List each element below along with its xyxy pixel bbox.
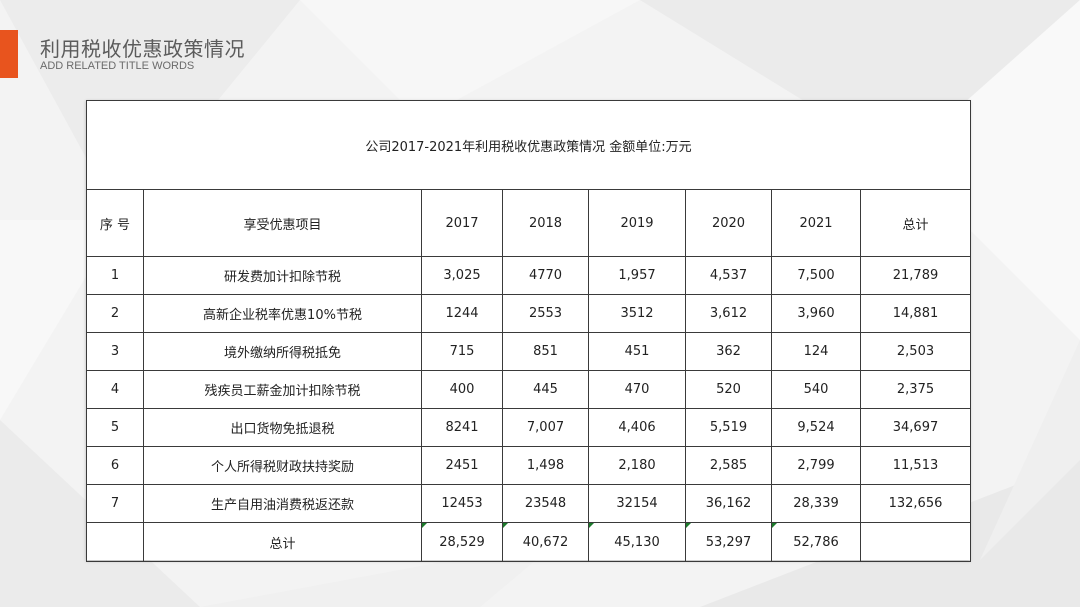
column-header-2019: 2019 <box>588 189 686 257</box>
row-number: 3 <box>86 332 144 371</box>
total-cell-2021: 52,786 <box>771 522 861 562</box>
cell-2021: 540 <box>771 370 861 409</box>
cell-2019: 3512 <box>588 294 686 333</box>
table-total-row: 总计 28,529 40,672 45,130 53,297 52,786 <box>86 522 971 562</box>
cell-2018: 7,007 <box>502 408 589 447</box>
formula-marker-icon <box>772 523 777 528</box>
cell-2017: 1244 <box>421 294 503 333</box>
cell-2018: 23548 <box>502 484 589 523</box>
formula-marker-icon <box>503 523 508 528</box>
cell-2019: 4,406 <box>588 408 686 447</box>
row-number: 5 <box>86 408 144 447</box>
cell-2021: 9,524 <box>771 408 861 447</box>
tax-incentive-table: 公司2017-2021年利用税收优惠政策情况 金额单位:万元 序 号 享受优惠项… <box>86 100 971 562</box>
column-header-item: 享受优惠项目 <box>143 189 422 257</box>
column-header-2017: 2017 <box>421 189 503 257</box>
row-item: 生产自用油消费税返还款 <box>143 484 422 523</box>
cell-2020: 4,537 <box>685 256 772 295</box>
row-number: 4 <box>86 370 144 409</box>
cell-2018: 2553 <box>502 294 589 333</box>
cell-2019: 470 <box>588 370 686 409</box>
column-header-no: 序 号 <box>86 189 144 257</box>
cell-2021: 28,339 <box>771 484 861 523</box>
cell-2020: 5,519 <box>685 408 772 447</box>
cell-total: 11,513 <box>860 446 971 485</box>
cell-2019: 2,180 <box>588 446 686 485</box>
row-item: 研发费加计扣除节税 <box>143 256 422 295</box>
cell-2018: 445 <box>502 370 589 409</box>
total-row-label: 总计 <box>143 522 422 562</box>
cell-2017: 715 <box>421 332 503 371</box>
row-item: 个人所得税财政扶持奖励 <box>143 446 422 485</box>
page-subtitle: ADD RELATED TITLE WORDS <box>40 60 195 72</box>
table-row: 6 个人所得税财政扶持奖励 2451 1,498 2,180 2,585 2,7… <box>86 446 971 485</box>
cell-2017: 3,025 <box>421 256 503 295</box>
table-row: 5 出口货物免抵退税 8241 7,007 4,406 5,519 9,524 … <box>86 408 971 447</box>
cell-2020: 36,162 <box>685 484 772 523</box>
total-cell-total <box>860 522 971 562</box>
cell-2017: 8241 <box>421 408 503 447</box>
table-header-row: 序 号 享受优惠项目 2017 2018 2019 2020 2021 总计 <box>86 189 971 257</box>
formula-marker-icon <box>589 523 594 528</box>
cell-2018: 1,498 <box>502 446 589 485</box>
cell-total: 14,881 <box>860 294 971 333</box>
cell-total: 2,375 <box>860 370 971 409</box>
row-number: 6 <box>86 446 144 485</box>
total-cell-2019: 45,130 <box>588 522 686 562</box>
table-caption: 公司2017-2021年利用税收优惠政策情况 金额单位:万元 <box>86 100 971 190</box>
row-number: 1 <box>86 256 144 295</box>
total-value: 28,529 <box>439 534 485 550</box>
row-item: 境外缴纳所得税抵免 <box>143 332 422 371</box>
row-item: 高新企业税率优惠10%节税 <box>143 294 422 333</box>
cell-2020: 362 <box>685 332 772 371</box>
row-item: 残疾员工薪金加计扣除节税 <box>143 370 422 409</box>
table-row: 3 境外缴纳所得税抵免 715 851 451 362 124 2,503 <box>86 332 971 371</box>
cell-2017: 12453 <box>421 484 503 523</box>
cell-2020: 2,585 <box>685 446 772 485</box>
cell-2017: 2451 <box>421 446 503 485</box>
cell-total: 2,503 <box>860 332 971 371</box>
cell-total: 132,656 <box>860 484 971 523</box>
cell-2021: 124 <box>771 332 861 371</box>
total-value: 52,786 <box>793 534 839 550</box>
column-header-2020: 2020 <box>685 189 772 257</box>
table-row: 1 研发费加计扣除节税 3,025 4770 1,957 4,537 7,500… <box>86 256 971 295</box>
table-row: 7 生产自用油消费税返还款 12453 23548 32154 36,162 2… <box>86 484 971 523</box>
total-value: 40,672 <box>522 534 569 550</box>
total-cell-2017: 28,529 <box>421 522 503 562</box>
cell-2021: 2,799 <box>771 446 861 485</box>
formula-marker-icon <box>686 523 691 528</box>
page-title: 利用税收优惠政策情况 <box>40 37 245 61</box>
cell-2020: 520 <box>685 370 772 409</box>
total-cell-2020: 53,297 <box>685 522 772 562</box>
total-cell-2018: 40,672 <box>502 522 589 562</box>
cell-2021: 7,500 <box>771 256 861 295</box>
table-row: 4 残疾员工薪金加计扣除节税 400 445 470 520 540 2,375 <box>86 370 971 409</box>
cell-2019: 451 <box>588 332 686 371</box>
tax-incentive-table-card: 公司2017-2021年利用税收优惠政策情况 金额单位:万元 序 号 享受优惠项… <box>86 100 971 562</box>
cell-2018: 851 <box>502 332 589 371</box>
cell-total: 34,697 <box>860 408 971 447</box>
formula-marker-icon <box>422 523 427 528</box>
cell-total: 21,789 <box>860 256 971 295</box>
cell-2017: 400 <box>421 370 503 409</box>
total-value: 45,130 <box>614 534 660 550</box>
title-accent-bar <box>0 30 18 78</box>
cell-2021: 3,960 <box>771 294 861 333</box>
table-row: 2 高新企业税率优惠10%节税 1244 2553 3512 3,612 3,9… <box>86 294 971 333</box>
row-number: 2 <box>86 294 144 333</box>
row-item: 出口货物免抵退税 <box>143 408 422 447</box>
total-row-number <box>86 522 144 562</box>
row-number: 7 <box>86 484 144 523</box>
cell-2019: 1,957 <box>588 256 686 295</box>
cell-2020: 3,612 <box>685 294 772 333</box>
column-header-2021: 2021 <box>771 189 861 257</box>
cell-2019: 32154 <box>588 484 686 523</box>
column-header-total: 总计 <box>860 189 971 257</box>
cell-2018: 4770 <box>502 256 589 295</box>
total-value: 53,297 <box>705 534 752 550</box>
column-header-2018: 2018 <box>502 189 589 257</box>
